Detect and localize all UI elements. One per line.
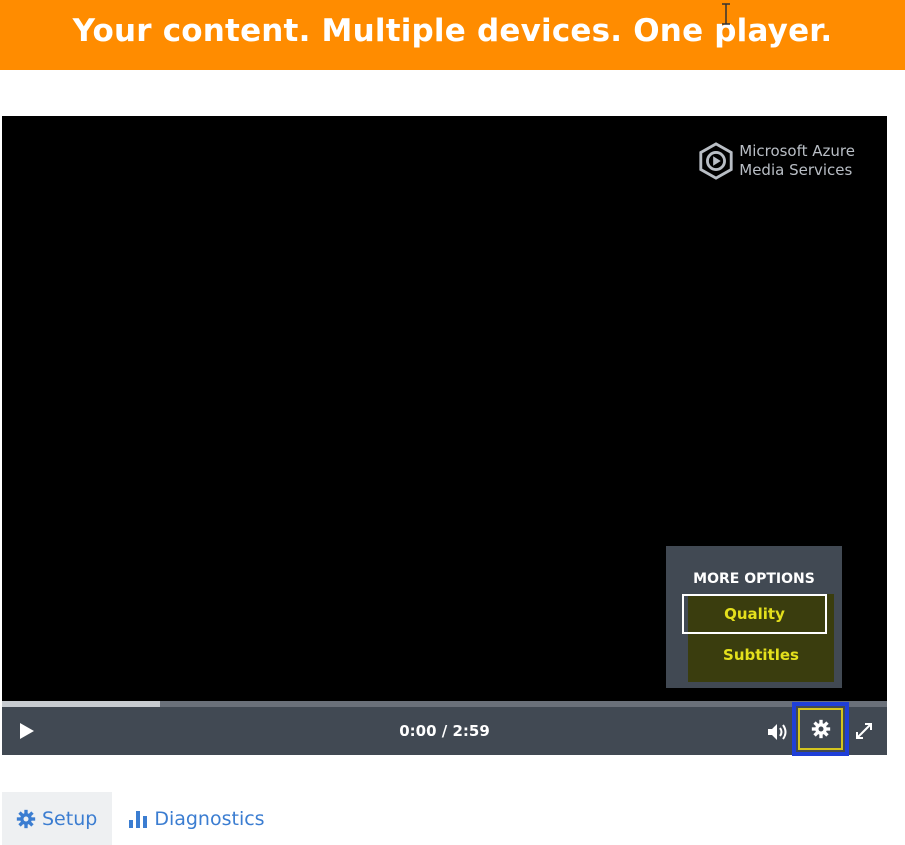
tab-diagnostics[interactable]: Diagnostics	[112, 792, 279, 845]
media-services-logo: Microsoft Azure Media Services	[697, 142, 855, 180]
video-player[interactable]: Microsoft Azure Media Services MORE OPTI…	[2, 116, 887, 756]
tab-setup-label: Setup	[42, 807, 98, 830]
settings-button-focus-ring	[798, 708, 843, 750]
menu-item-quality[interactable]: Quality	[682, 594, 827, 634]
header-banner: Your content. Multiple devices. One play…	[0, 0, 905, 70]
text-cursor-icon	[722, 3, 730, 25]
logo-text: Microsoft Azure Media Services	[739, 142, 855, 180]
more-options-list: Quality Subtitles	[682, 594, 834, 682]
time-display: 0:00 / 2:59	[399, 722, 490, 740]
volume-button[interactable]	[766, 721, 790, 743]
azure-media-services-icon	[699, 142, 733, 180]
bottom-tabs: Setup Diagnostics	[2, 792, 279, 845]
volume-icon	[768, 724, 787, 740]
tab-diagnostics-label: Diagnostics	[154, 807, 265, 830]
fullscreen-button[interactable]	[854, 721, 874, 741]
tab-setup[interactable]: Setup	[2, 792, 113, 845]
bar-chart-icon	[129, 810, 148, 828]
more-options-heading: MORE OPTIONS	[693, 571, 815, 587]
control-bar: 0:00 / 2:59	[2, 702, 887, 756]
banner-title: Your content. Multiple devices. One play…	[72, 13, 833, 49]
gear-icon	[811, 719, 830, 739]
fullscreen-icon	[856, 723, 872, 739]
gear-icon	[16, 809, 36, 828]
settings-button[interactable]	[792, 702, 849, 756]
menu-item-subtitles[interactable]: Subtitles	[688, 640, 834, 670]
more-options-menu: MORE OPTIONS Quality Subtitles	[666, 546, 842, 688]
logo-line-2: Media Services	[739, 161, 853, 179]
logo-line-1: Microsoft Azure	[739, 142, 855, 160]
